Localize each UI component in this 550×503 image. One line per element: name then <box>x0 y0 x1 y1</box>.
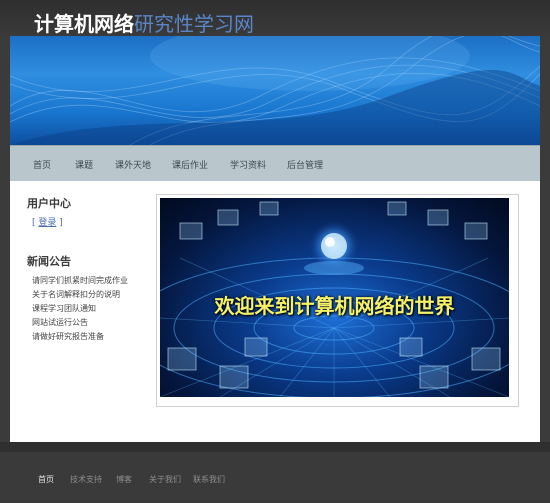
login-box: [ 登录 ] <box>32 215 63 228</box>
news-item[interactable]: 请同学们抓紧时间完成作业 <box>32 274 128 288</box>
feature-image: 欢迎来到计算机网络的世界 <box>160 198 509 397</box>
header-banner <box>10 36 540 145</box>
main-content: 用户中心 [ 登录 ] 新闻公告 请同学们抓紧时间完成作业 关于名词解释扣分的说… <box>10 181 540 442</box>
nav-item-home[interactable]: 首页 <box>33 158 51 171</box>
news-item[interactable]: 关于名词解释扣分的说明 <box>32 288 128 302</box>
footer-link-support[interactable]: 技术支持 <box>70 474 102 485</box>
footer-link-home[interactable]: 首页 <box>38 474 54 485</box>
site-title-main: 计算机网络 <box>34 12 134 36</box>
news-item[interactable]: 网站试运行公告 <box>32 316 128 330</box>
news-list: 请同学们抓紧时间完成作业 关于名词解释扣分的说明 课程学习团队通知 网站试运行公… <box>32 274 128 344</box>
news-item[interactable]: 请做好研究报告准备 <box>32 330 128 344</box>
news-item[interactable]: 课程学习团队通知 <box>32 302 128 316</box>
footer-separator <box>0 442 550 452</box>
user-center-title: 用户中心 <box>27 197 71 210</box>
welcome-caption: 欢迎来到计算机网络的世界 <box>214 294 455 318</box>
footer: 首页 技术支持 博客 关于我们 联系我们 <box>0 452 550 503</box>
login-link[interactable]: 登录 <box>38 218 56 228</box>
banner-waves-graphic <box>10 36 540 145</box>
site-title-sub: 研究性学习网 <box>134 12 254 36</box>
nav-item-extracurricular[interactable]: 课外天地 <box>115 158 151 171</box>
site-title: 计算机网络研究性学习网 <box>34 8 254 37</box>
footer-link-blog[interactable]: 博客 <box>116 474 132 485</box>
nav-item-topics[interactable]: 课题 <box>75 158 93 171</box>
login-bracket-close: ] <box>56 218 63 228</box>
footer-link-about[interactable]: 关于我们 <box>149 474 181 485</box>
main-nav: 首页 课题 课外天地 课后作业 学习资料 后台管理 <box>10 145 540 182</box>
nav-item-admin[interactable]: 后台管理 <box>287 158 323 171</box>
footer-link-contact[interactable]: 联系我们 <box>193 474 225 485</box>
nav-item-materials[interactable]: 学习资料 <box>230 158 266 171</box>
nav-item-homework[interactable]: 课后作业 <box>172 158 208 171</box>
feature-frame: 欢迎来到计算机网络的世界 <box>156 194 519 407</box>
top-bar: 计算机网络研究性学习网 <box>0 0 550 36</box>
news-title: 新闻公告 <box>27 255 71 268</box>
